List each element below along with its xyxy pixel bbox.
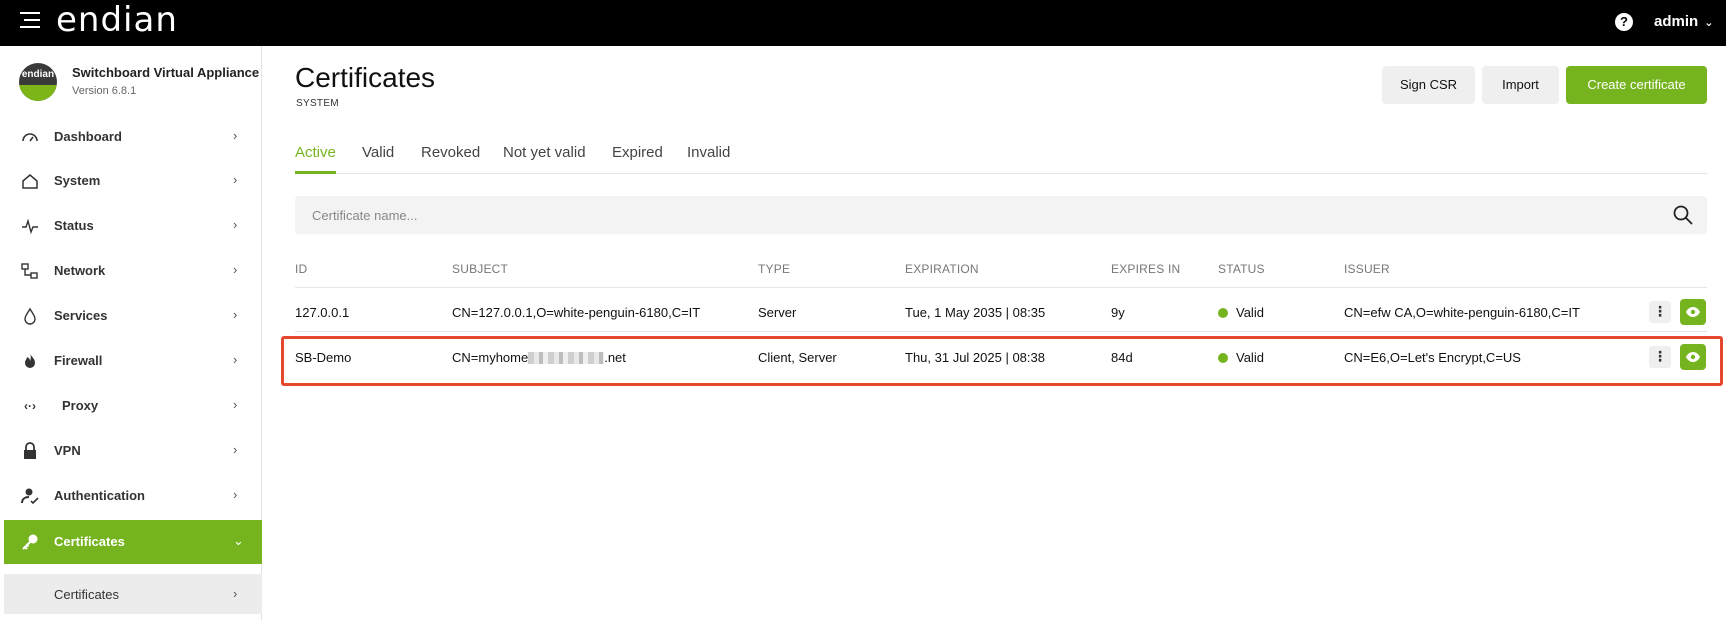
status-dot-icon bbox=[1218, 308, 1228, 318]
cell-subject: CN=myhome .net bbox=[452, 350, 626, 365]
appliance-name: Switchboard Virtual Appliance bbox=[72, 65, 260, 80]
sidebar-item-proxy[interactable]: ‹·› Proxy › bbox=[4, 384, 262, 428]
more-actions-icon[interactable]: ⋮ bbox=[1649, 346, 1671, 368]
chevron-right-icon: › bbox=[233, 172, 238, 187]
menu-icon[interactable] bbox=[20, 12, 40, 30]
chevron-right-icon: › bbox=[233, 442, 238, 457]
network-icon bbox=[21, 262, 39, 280]
chevron-right-icon: › bbox=[233, 586, 238, 601]
cell-expires-in: 9y bbox=[1111, 305, 1125, 320]
tab-not-yet-valid[interactable]: Not yet valid bbox=[503, 144, 586, 161]
pulse-icon bbox=[21, 217, 39, 235]
sidebar-subitem-certificates[interactable]: Certificates › bbox=[4, 574, 262, 614]
proxy-arrows-icon: ‹·› bbox=[24, 399, 36, 413]
chevron-right-icon: › bbox=[233, 397, 238, 412]
chevron-down-icon: ⌄ bbox=[233, 533, 244, 548]
sidebar-item-dashboard[interactable]: Dashboard › bbox=[4, 115, 262, 159]
flame-icon bbox=[21, 352, 39, 370]
chevron-right-icon: › bbox=[233, 217, 238, 232]
search-box bbox=[295, 196, 1707, 234]
chevron-right-icon: › bbox=[233, 307, 238, 322]
appliance-logo: endian bbox=[19, 63, 57, 101]
tab-active[interactable]: Active bbox=[295, 144, 336, 161]
sidebar-item-status[interactable]: Status › bbox=[4, 204, 262, 248]
user-menu[interactable]: admin ⌄ bbox=[1654, 13, 1713, 30]
top-bar: endian ? admin ⌄ bbox=[0, 0, 1726, 46]
sidebar-item-system[interactable]: System › bbox=[4, 159, 262, 203]
cell-status: Valid bbox=[1218, 305, 1264, 320]
key-icon bbox=[21, 533, 39, 551]
sidebar-item-authentication[interactable]: Authentication › bbox=[4, 474, 262, 518]
cell-expiration: Thu, 31 Jul 2025 | 08:38 bbox=[905, 350, 1045, 365]
chevron-down-icon: ⌄ bbox=[1704, 17, 1714, 29]
tab-expired[interactable]: Expired bbox=[612, 144, 663, 161]
column-header-id[interactable]: ID bbox=[295, 262, 307, 276]
cell-id: 127.0.0.1 bbox=[295, 305, 350, 320]
cell-id: SB-Demo bbox=[295, 350, 352, 365]
help-icon[interactable]: ? bbox=[1615, 13, 1633, 31]
row-divider bbox=[295, 331, 1707, 332]
user-name: admin bbox=[1654, 13, 1699, 30]
gauge-icon bbox=[21, 128, 39, 146]
cell-type: Server bbox=[758, 305, 797, 320]
sidebar-item-network[interactable]: Network › bbox=[4, 249, 262, 293]
more-actions-icon[interactable]: ⋮ bbox=[1649, 301, 1671, 323]
sidebar-item-vpn[interactable]: VPN › bbox=[4, 429, 262, 473]
column-header-subject[interactable]: SUBJECT bbox=[452, 262, 508, 276]
chevron-right-icon: › bbox=[233, 352, 238, 367]
sidebar-item-services[interactable]: Services › bbox=[4, 294, 262, 338]
sign-csr-button[interactable]: Sign CSR bbox=[1382, 66, 1475, 104]
lock-icon bbox=[21, 442, 39, 460]
status-tabs: Active Valid Revoked Not yet valid Expir… bbox=[295, 130, 1707, 174]
cell-expiration: Tue, 1 May 2035 | 08:35 bbox=[905, 305, 1046, 320]
redacted-text bbox=[528, 352, 605, 364]
chevron-right-icon: › bbox=[233, 487, 238, 502]
certificate-search-input[interactable] bbox=[295, 196, 1655, 234]
cell-issuer: CN=E6,O=Let's Encrypt,C=US bbox=[1344, 350, 1521, 365]
header-divider bbox=[295, 287, 1707, 288]
search-icon[interactable] bbox=[1673, 205, 1693, 225]
column-header-expires-in[interactable]: EXPIRES IN bbox=[1111, 262, 1180, 276]
appliance-header: endian Switchboard Virtual Appliance Ver… bbox=[19, 63, 259, 109]
page-subtitle: SYSTEM bbox=[296, 98, 339, 109]
cell-issuer: CN=efw CA,O=white-penguin-6180,C=IT bbox=[1344, 305, 1580, 320]
cell-status: Valid bbox=[1218, 350, 1264, 365]
active-tab-indicator bbox=[295, 171, 336, 174]
home-icon bbox=[21, 172, 39, 190]
tab-revoked[interactable]: Revoked bbox=[421, 144, 480, 161]
cell-expires-in: 84d bbox=[1111, 350, 1133, 365]
sidebar-item-firewall[interactable]: Firewall › bbox=[4, 339, 262, 383]
column-header-type[interactable]: TYPE bbox=[758, 262, 790, 276]
droplet-icon bbox=[21, 307, 39, 325]
view-icon[interactable] bbox=[1680, 344, 1706, 370]
chevron-right-icon: › bbox=[233, 128, 238, 143]
view-icon[interactable] bbox=[1680, 299, 1706, 325]
appliance-version: Version 6.8.1 bbox=[72, 85, 137, 97]
chevron-right-icon: › bbox=[233, 262, 238, 277]
page-title: Certificates bbox=[295, 62, 436, 93]
column-header-issuer[interactable]: ISSUER bbox=[1344, 262, 1390, 276]
tab-valid[interactable]: Valid bbox=[362, 144, 394, 161]
import-button[interactable]: Import bbox=[1482, 66, 1559, 104]
create-certificate-button[interactable]: Create certificate bbox=[1566, 66, 1707, 104]
sidebar-item-certificates[interactable]: Certificates ⌄ bbox=[4, 520, 262, 564]
cell-type: Client, Server bbox=[758, 350, 837, 365]
tab-invalid[interactable]: Invalid bbox=[687, 144, 730, 161]
user-check-icon bbox=[21, 487, 39, 505]
column-header-expiration[interactable]: EXPIRATION bbox=[905, 262, 979, 276]
cell-subject: CN=127.0.0.1,O=white-penguin-6180,C=IT bbox=[452, 305, 701, 320]
status-dot-icon bbox=[1218, 353, 1228, 363]
brand-logo: endian bbox=[56, 0, 178, 40]
sidebar: endian Switchboard Virtual Appliance Ver… bbox=[4, 46, 262, 620]
column-header-status[interactable]: STATUS bbox=[1218, 262, 1265, 276]
